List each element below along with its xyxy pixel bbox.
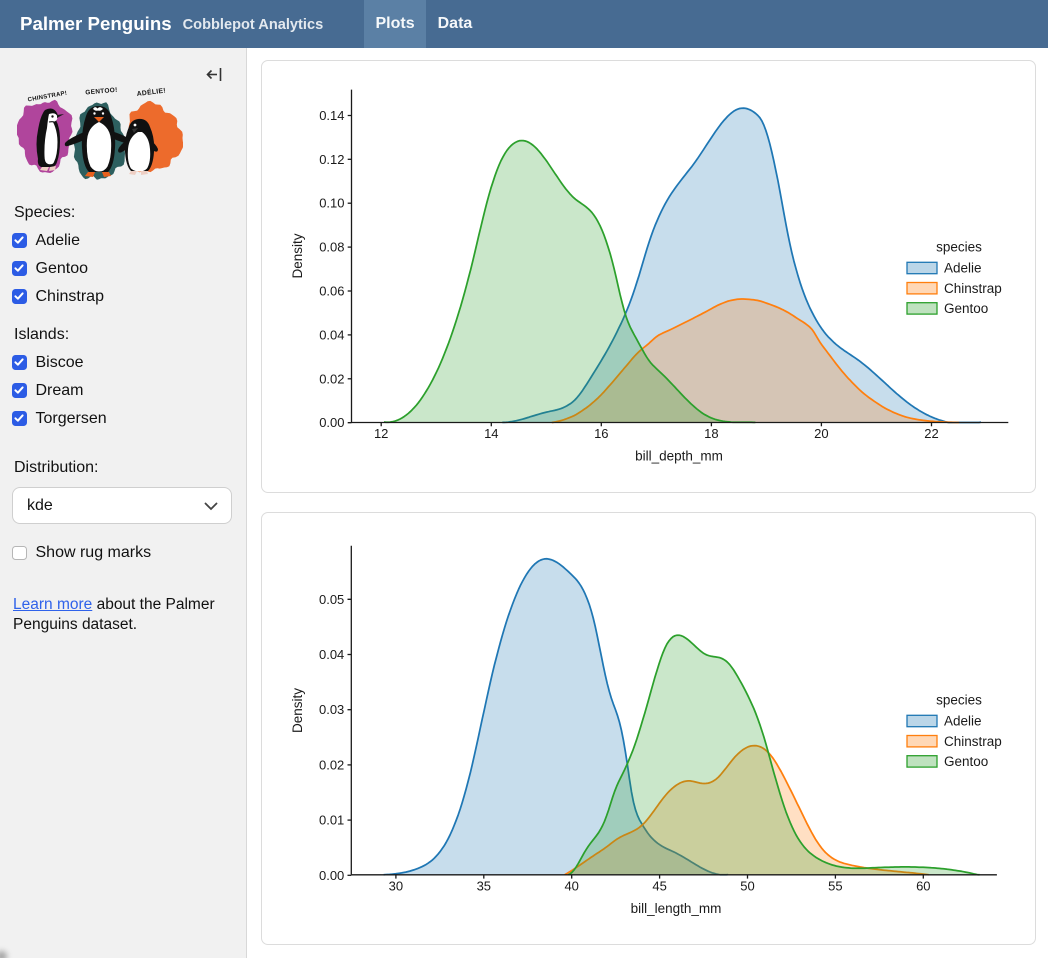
svg-text:Chinstrap: Chinstrap [944, 734, 1002, 749]
svg-text:bill_depth_mm: bill_depth_mm [635, 449, 723, 464]
svg-text:Density: Density [290, 688, 305, 733]
svg-text:40: 40 [564, 878, 578, 893]
svg-text:16: 16 [594, 426, 608, 441]
svg-text:0.02: 0.02 [318, 757, 343, 772]
svg-text:0.14: 0.14 [319, 108, 344, 123]
svg-text:0.00: 0.00 [319, 415, 344, 430]
svg-text:Gentoo: Gentoo [944, 754, 988, 769]
svg-text:0.04: 0.04 [319, 327, 344, 342]
svg-text:bill_length_mm: bill_length_mm [630, 901, 721, 916]
svg-text:GENTOO!: GENTOO! [85, 87, 118, 97]
svg-text:22: 22 [924, 426, 938, 441]
svg-text:0.04: 0.04 [318, 647, 343, 662]
svg-text:12: 12 [373, 426, 387, 441]
svg-text:Chinstrap: Chinstrap [944, 281, 1002, 296]
svg-text:0.01: 0.01 [318, 813, 343, 828]
svg-text:55: 55 [828, 878, 842, 893]
svg-text:50: 50 [740, 878, 754, 893]
svg-text:0.00: 0.00 [318, 868, 343, 883]
svg-text:45: 45 [652, 878, 666, 893]
svg-text:ADÉLIE!: ADÉLIE! [136, 86, 166, 98]
svg-text:CHINSTRAP!: CHINSTRAP! [27, 91, 67, 104]
svg-text:Adelie: Adelie [944, 714, 982, 729]
svg-text:18: 18 [704, 426, 718, 441]
svg-text:0.03: 0.03 [318, 702, 343, 717]
svg-text:species: species [936, 693, 982, 708]
svg-text:0.12: 0.12 [319, 152, 344, 167]
svg-text:20: 20 [814, 426, 828, 441]
svg-text:35: 35 [476, 878, 490, 893]
svg-text:Adelie: Adelie [944, 261, 982, 276]
svg-text:60: 60 [916, 878, 930, 893]
svg-text:14: 14 [484, 426, 498, 441]
svg-text:0.02: 0.02 [319, 371, 344, 386]
svg-text:0.06: 0.06 [319, 284, 344, 299]
svg-text:Density: Density [290, 233, 305, 278]
svg-text:0.10: 0.10 [319, 196, 344, 211]
svg-text:species: species [936, 240, 982, 255]
svg-text:30: 30 [388, 878, 402, 893]
svg-text:0.08: 0.08 [319, 240, 344, 255]
svg-text:Gentoo: Gentoo [944, 301, 988, 316]
svg-text:0.05: 0.05 [318, 592, 343, 607]
